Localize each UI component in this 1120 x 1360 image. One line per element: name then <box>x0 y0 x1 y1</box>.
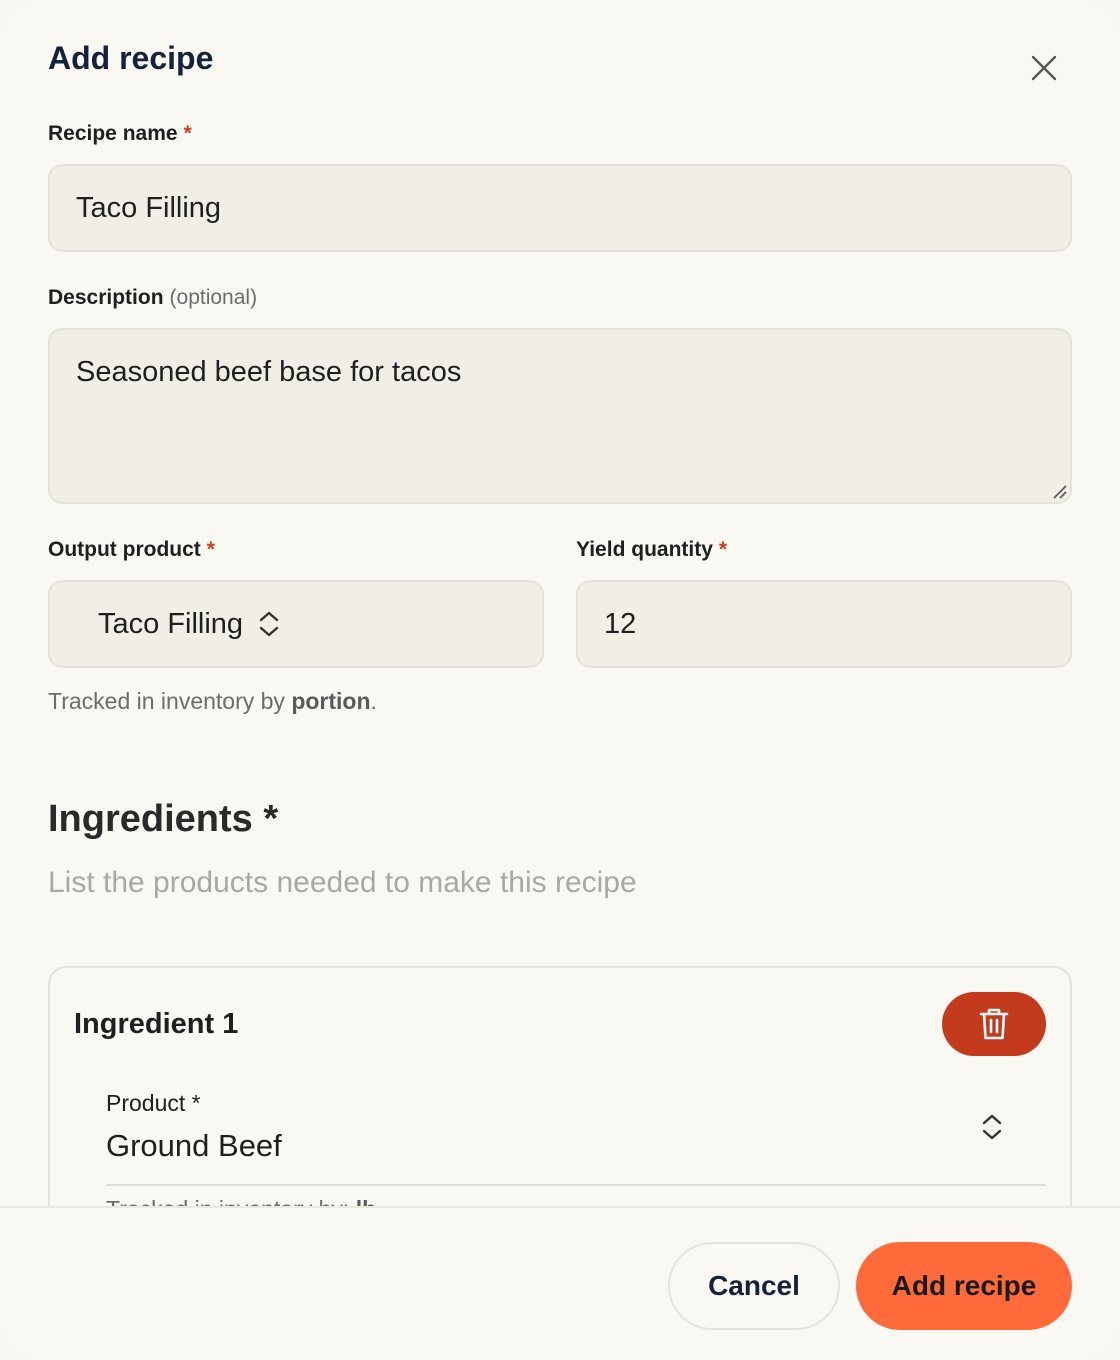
tracking-help-prefix: Tracked in inventory by <box>48 688 292 714</box>
close-button[interactable] <box>1022 46 1066 90</box>
ingredients-subtitle: List the products needed to make this re… <box>48 866 637 899</box>
description-label: Description (optional) <box>48 286 257 310</box>
product-label: Product * <box>106 1090 201 1116</box>
ingredients-heading: Ingredients * <box>48 798 279 840</box>
tracking-help-suffix: . <box>370 688 377 714</box>
add-recipe-dialog: Add recipe Recipe name * Taco Filling Des… <box>0 0 1120 1360</box>
recipe-name-input[interactable]: Taco Filling <box>48 164 1072 252</box>
tracking-help-text: Tracked in inventory by portion. <box>48 688 377 715</box>
product-select[interactable]: Ground Beef <box>106 1128 282 1164</box>
trash-icon <box>979 1008 1009 1040</box>
ingredient-card: Ingredient 1 Product * Ground Beef <box>48 966 1072 1206</box>
output-product-label-text: Output product <box>48 538 201 561</box>
dialog-body[interactable]: Add recipe Recipe name * Taco Filling Des… <box>0 0 1120 1206</box>
required-mark: * <box>206 538 215 561</box>
recipe-name-value: Taco Filling <box>76 191 222 224</box>
yield-quantity-input[interactable]: 12 <box>576 580 1072 668</box>
output-product-value: Taco Filling <box>98 607 244 640</box>
description-textarea[interactable]: Seasoned beef base for tacos <box>48 328 1072 504</box>
output-product-label: Output product * <box>48 538 215 562</box>
delete-ingredient-button[interactable] <box>942 992 1046 1056</box>
required-mark: * <box>183 122 192 145</box>
output-product-select[interactable]: Taco Filling <box>48 580 544 668</box>
recipe-name-label-text: Recipe name <box>48 122 178 145</box>
dialog-footer: Cancel Add recipe <box>0 1206 1120 1360</box>
chevron-up-down-icon[interactable] <box>980 1112 1004 1147</box>
yield-quantity-value: 12 <box>604 607 637 640</box>
tracking-unit: portion <box>291 688 371 714</box>
product-help-unit: lb <box>356 1196 376 1206</box>
resize-grip-icon[interactable] <box>1052 484 1068 500</box>
dialog-title: Add recipe <box>48 40 214 76</box>
description-label-text: Description <box>48 286 164 309</box>
optional-note: (optional) <box>169 286 258 309</box>
recipe-name-label: Recipe name * <box>48 122 192 146</box>
product-tracking-help: Tracked in inventory by: lb <box>106 1196 376 1206</box>
required-mark: * <box>718 538 728 561</box>
chevron-up-down-icon <box>257 610 281 638</box>
yield-quantity-label: Yield quantity * <box>576 538 727 562</box>
close-icon <box>1031 55 1057 81</box>
ingredient-title: Ingredient 1 <box>74 1008 239 1040</box>
product-help-prefix: Tracked in inventory by: <box>106 1196 356 1206</box>
cancel-button[interactable]: Cancel <box>668 1242 840 1330</box>
add-recipe-button[interactable]: Add recipe <box>856 1242 1072 1330</box>
product-underline <box>106 1184 1046 1186</box>
description-value: Seasoned beef base for tacos <box>76 356 462 388</box>
yield-quantity-label-text: Yield quantity <box>576 538 713 561</box>
